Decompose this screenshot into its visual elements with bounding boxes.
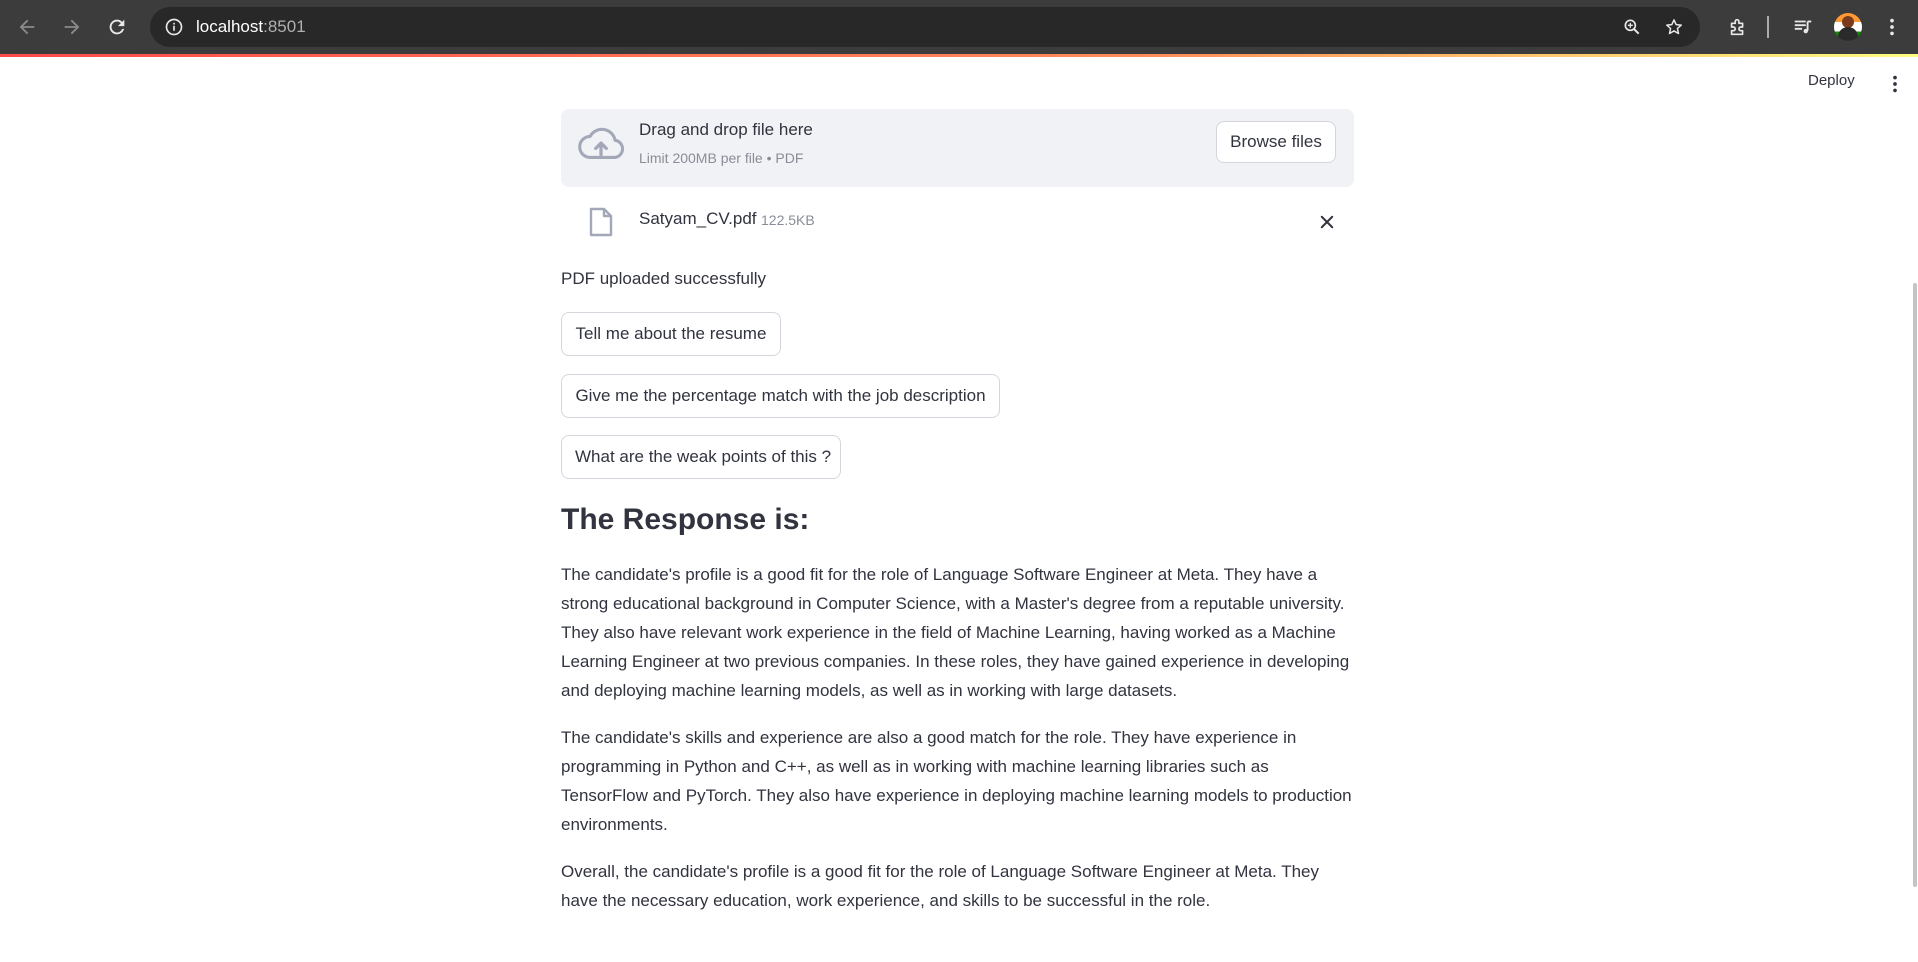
app-status-accent-bar: [0, 54, 1918, 57]
deploy-button[interactable]: Deploy: [1808, 72, 1855, 89]
main-menu-icon[interactable]: [1883, 72, 1907, 96]
url-text: localhost:8501: [196, 17, 306, 37]
forward-arrow-icon[interactable]: [55, 10, 89, 44]
extensions-icon[interactable]: [1723, 12, 1753, 42]
site-info-icon[interactable]: [160, 13, 188, 41]
back-arrow-icon[interactable]: [10, 10, 44, 44]
remove-file-icon[interactable]: [1315, 210, 1339, 234]
dropzone-title: Drag and drop file here: [639, 120, 813, 139]
page-scrollbar[interactable]: [1913, 283, 1917, 887]
media-control-icon[interactable]: [1788, 12, 1818, 42]
browser-toolbar: localhost:8501: [0, 0, 1918, 54]
file-icon: [589, 207, 613, 237]
response-paragraph: Overall, the candidate's profile is a go…: [561, 862, 1319, 910]
percentage-match-button[interactable]: Give me the percentage match with the jo…: [561, 374, 1000, 418]
address-bar[interactable]: localhost:8501: [150, 7, 1700, 47]
profile-avatar[interactable]: [1834, 13, 1862, 41]
dropzone-limit: Limit 200MB per file • PDF: [639, 150, 804, 166]
upload-status-text: PDF uploaded successfully: [561, 269, 767, 288]
url-port: :8501: [263, 17, 306, 36]
url-host: localhost: [196, 17, 264, 36]
uploaded-file-row: Satyam_CV.pdf 122.5KB: [561, 202, 1354, 242]
browse-files-button[interactable]: Browse files: [1216, 121, 1336, 163]
response-heading: The Response is:: [561, 503, 810, 536]
bookmark-star-icon[interactable]: [1660, 13, 1688, 41]
tell-about-resume-button[interactable]: Tell me about the resume: [561, 312, 781, 356]
chrome-menu-icon[interactable]: [1877, 12, 1907, 42]
reload-icon[interactable]: [100, 10, 134, 44]
response-paragraph: The candidate's skills and experience ar…: [561, 728, 1352, 834]
zoom-icon[interactable]: [1618, 13, 1646, 41]
file-dropzone[interactable]: Drag and drop file here Limit 200MB per …: [561, 109, 1354, 187]
weak-points-button[interactable]: What are the weak points of this ?: [561, 435, 841, 479]
toolbar-separator: [1767, 16, 1769, 38]
cloud-upload-icon: [578, 127, 624, 159]
file-size: 122.5KB: [761, 212, 815, 228]
avatar-body: [1838, 27, 1858, 41]
response-paragraph: The candidate's profile is a good fit fo…: [561, 565, 1350, 700]
file-name: Satyam_CV.pdf: [639, 209, 757, 228]
